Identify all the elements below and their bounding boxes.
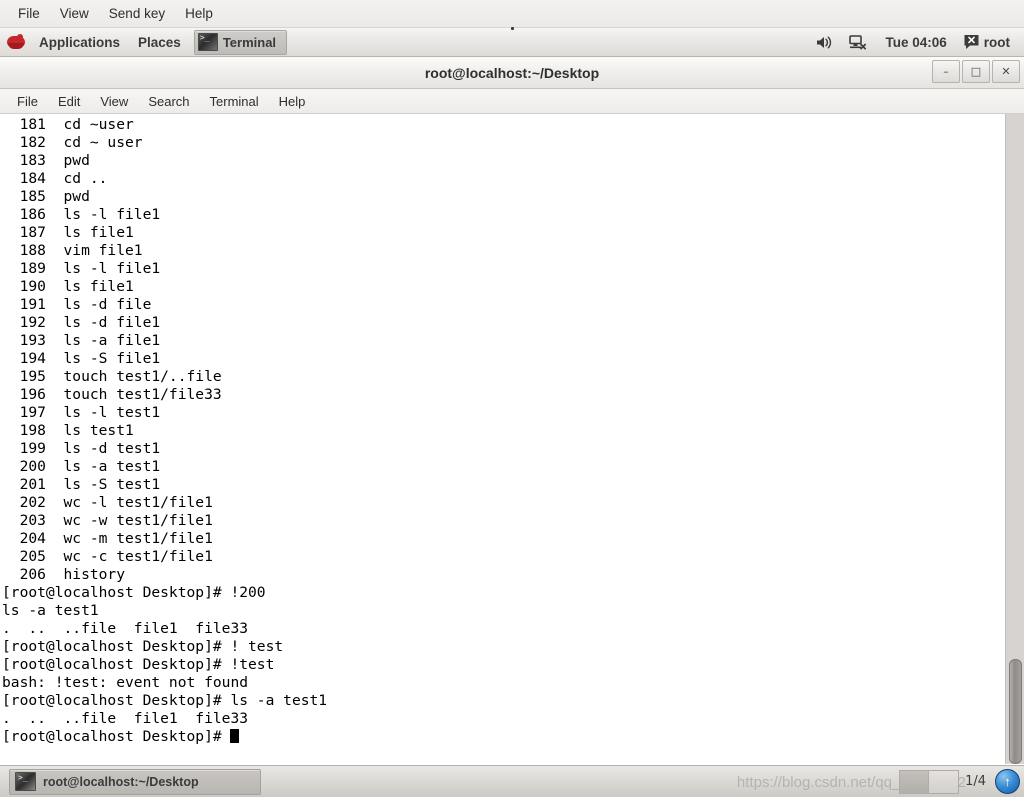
workspace-cell-2[interactable]: [929, 771, 958, 793]
network-disconnected-icon[interactable]: [841, 34, 875, 50]
workspace-switcher[interactable]: [899, 769, 960, 794]
terminal-menu-file[interactable]: File: [7, 91, 48, 112]
terminal-line: 195 touch test1/..file: [2, 368, 222, 385]
workspace-cell-1[interactable]: [900, 770, 930, 793]
window-list-item-label: Terminal: [222, 34, 277, 50]
terminal-line: bash: !test: event not found: [2, 674, 249, 691]
terminal-line: 205 wc -c test1/file1: [2, 548, 213, 565]
viewer-menu-send-key[interactable]: Send key: [99, 3, 175, 24]
panel-left-group: Applications Places Terminal: [0, 28, 288, 56]
terminal-output: 181 cd ~user 182 cd ~ user 183 pwd 184 c…: [2, 116, 1002, 746]
terminal-line: 186 ls -l file1: [2, 206, 161, 223]
terminal-titlebar[interactable]: root@localhost:~/Desktop – □ ✕: [0, 57, 1024, 89]
viewer-menu-view[interactable]: View: [50, 3, 99, 24]
terminal-line: . .. ..file file1 file33: [2, 620, 249, 637]
viewer-menubar: File View Send key Help: [0, 0, 1024, 28]
terminal-line: 197 ls -l test1: [2, 404, 161, 421]
workspace-indicator: 1/4: [965, 774, 986, 789]
terminal-body[interactable]: 181 cd ~user 182 cd ~ user 183 pwd 184 c…: [0, 114, 1024, 764]
taskbar-window-label: root@localhost:~/Desktop: [43, 774, 199, 789]
terminal-icon: [197, 33, 218, 51]
redhat-logo-icon[interactable]: [7, 33, 25, 51]
viewer-menu-file[interactable]: File: [8, 3, 50, 24]
taskbar-right-group: 1/4 ↑: [899, 766, 1024, 797]
terminal-scrollbar-thumb[interactable]: [1009, 659, 1022, 764]
viewer-menu-help[interactable]: Help: [175, 3, 223, 24]
terminal-line: 196 touch test1/file33: [2, 386, 222, 403]
terminal-line: 192 ls -d file1: [2, 314, 161, 331]
terminal-line: 200 ls -a test1: [2, 458, 161, 475]
terminal-prompt: [root@localhost Desktop]#: [2, 728, 231, 745]
panel-right-group: Tue 04:06 root: [808, 28, 1024, 56]
terminal-menubar: File Edit View Search Terminal Help: [0, 89, 1024, 114]
terminal-line: [root@localhost Desktop]# ! test: [2, 638, 284, 655]
terminal-line: 193 ls -a file1: [2, 332, 161, 349]
window-list-item-terminal[interactable]: Terminal: [193, 29, 288, 55]
taskbar-window-terminal[interactable]: root@localhost:~/Desktop: [9, 768, 261, 795]
terminal-line: 190 ls file1: [2, 278, 134, 295]
terminal-scrollbar[interactable]: [1005, 114, 1024, 764]
terminal-line: 184 cd ..: [2, 170, 108, 187]
terminal-line: 198 ls test1: [2, 422, 134, 439]
applications-menu[interactable]: Applications: [30, 30, 129, 55]
terminal-menu-edit[interactable]: Edit: [48, 91, 90, 112]
terminal-line: . .. ..file file1 file33: [2, 710, 249, 727]
terminal-line: 202 wc -l test1/file1: [2, 494, 213, 511]
terminal-line: 189 ls -l file1: [2, 260, 161, 277]
places-menu[interactable]: Places: [129, 30, 190, 55]
terminal-title: root@localhost:~/Desktop: [424, 64, 600, 81]
terminal-line: 199 ls -d test1: [2, 440, 161, 457]
maximize-button[interactable]: □: [962, 60, 990, 83]
terminal-line: 201 ls -S test1: [2, 476, 161, 493]
terminal-line: 206 history: [2, 566, 126, 583]
terminal-line: 185 pwd: [2, 188, 90, 205]
volume-icon[interactable]: [808, 35, 841, 50]
mouse-pointer: [511, 27, 514, 30]
terminal-line: 191 ls -d file: [2, 296, 152, 313]
terminal-line: 194 ls -S file1: [2, 350, 161, 367]
terminal-window: root@localhost:~/Desktop – □ ✕ File Edit…: [0, 57, 1024, 765]
terminal-line: 204 wc -m test1/file1: [2, 530, 213, 547]
terminal-line: 182 cd ~ user: [2, 134, 143, 151]
terminal-menu-search[interactable]: Search: [138, 91, 199, 112]
terminal-line: [root@localhost Desktop]# !test: [2, 656, 275, 673]
close-button[interactable]: ✕: [992, 60, 1020, 83]
terminal-line: [root@localhost Desktop]# ls -a test1: [2, 692, 328, 709]
terminal-menu-terminal[interactable]: Terminal: [200, 91, 269, 112]
terminal-line: 203 wc -w test1/file1: [2, 512, 213, 529]
terminal-menu-help[interactable]: Help: [269, 91, 316, 112]
window-controls: – □ ✕: [930, 60, 1020, 83]
minimize-button[interactable]: –: [932, 60, 960, 83]
bottom-taskbar: root@localhost:~/Desktop https://blog.cs…: [0, 765, 1024, 797]
terminal-line: 187 ls file1: [2, 224, 134, 241]
terminal-cursor: [230, 729, 240, 743]
terminal-line: [root@localhost Desktop]# !200: [2, 584, 266, 601]
user-account-icon[interactable]: [957, 34, 984, 50]
terminal-line: 183 pwd: [2, 152, 90, 169]
gnome-top-panel: Applications Places Terminal: [0, 28, 1024, 57]
terminal-prompt-line: [root@localhost Desktop]#: [2, 728, 1002, 746]
terminal-line: 188 vim file1: [2, 242, 143, 259]
clock[interactable]: Tue 04:06: [875, 35, 956, 50]
terminal-line: 181 cd ~user: [2, 116, 134, 133]
show-desktop-orb-icon[interactable]: ↑: [995, 769, 1020, 794]
terminal-icon: [15, 772, 36, 791]
username-label[interactable]: root: [984, 35, 1016, 50]
terminal-line: ls -a test1: [2, 602, 99, 619]
terminal-menu-view[interactable]: View: [90, 91, 138, 112]
screen-root: File View Send key Help Applications Pla…: [0, 0, 1024, 797]
